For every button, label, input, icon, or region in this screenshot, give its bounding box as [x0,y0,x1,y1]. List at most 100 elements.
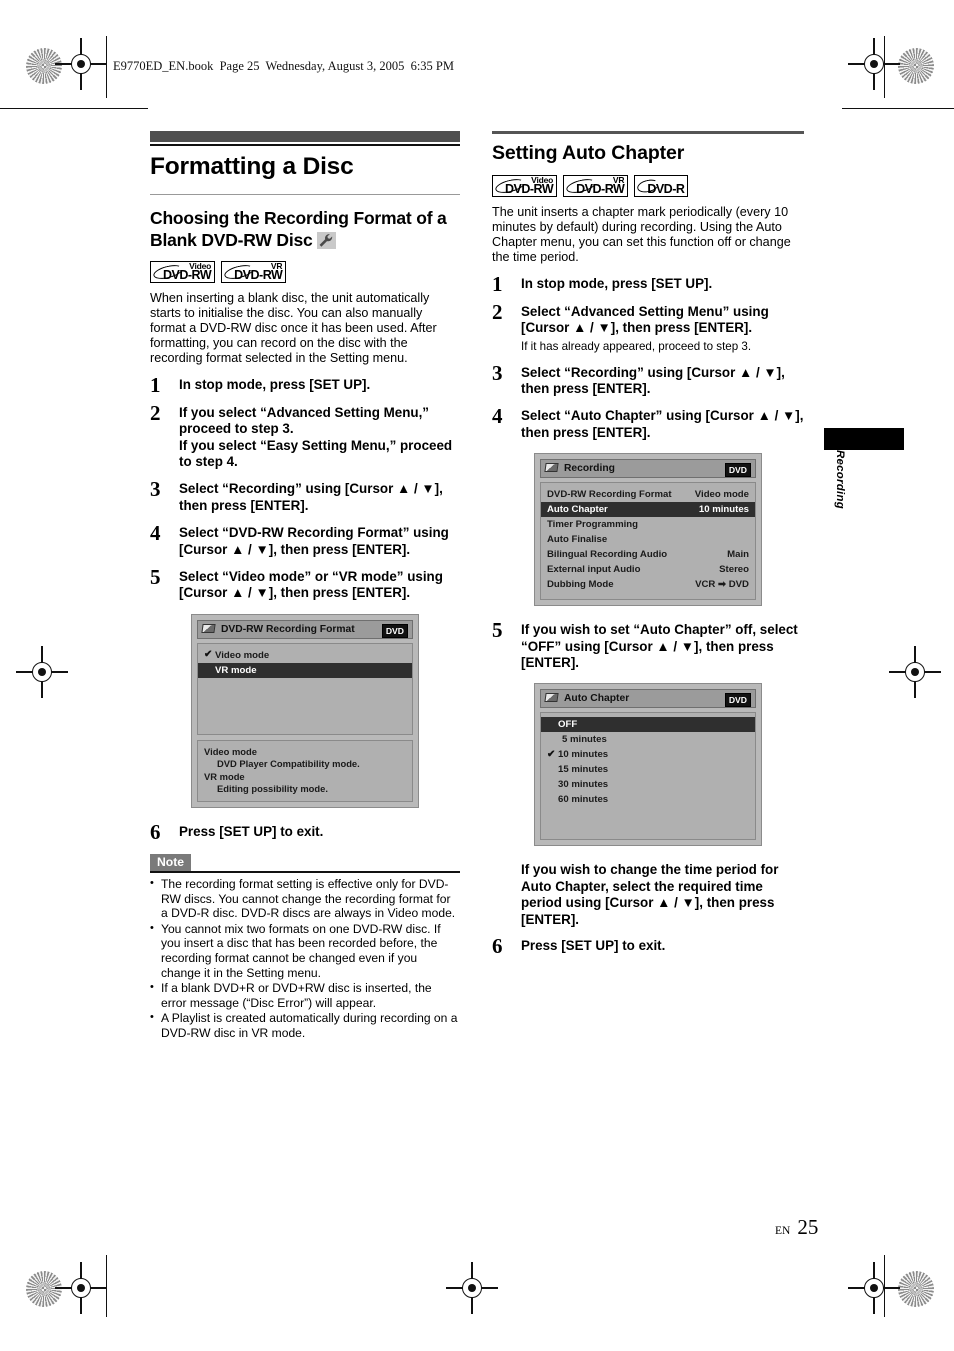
osd-dvdrw-recording-format: DVD-RW Recording Format DVD ✔ Video mode… [191,613,419,809]
osd-option-label: DVD-RW Recording Format [547,489,672,501]
disc-badges-right: Video DVD-RW VR DVD-RW DVD-R [492,175,804,197]
right-column: Setting Auto Chapter Video DVD-RW VR DVD… [492,131,804,958]
osd-option-label: 10 minutes [558,749,609,761]
osd-option-row[interactable]: Auto Finalise [541,532,755,547]
osd-option-label: 5 minutes [562,734,607,746]
step-number: 4 [150,521,161,546]
registration-mark-bottom-left [55,1262,107,1314]
step-number: 2 [150,400,161,425]
osd-title-text: DVD-RW Recording Format [221,623,355,635]
step-number: 1 [492,272,503,297]
procedure-steps-left: 1 In stop mode, press [SET UP]. 2 If you… [150,373,460,601]
crop-mark-top-right-vertical [884,36,886,98]
osd-option-label: OFF [558,719,578,731]
wrench-icon [316,231,336,249]
disc-badge: VR DVD-RW [221,260,287,283]
procedure-step5-right: 5 If you wish to set “Auto Chapter” off,… [492,618,804,671]
chapter-title-rule [150,144,460,147]
registration-mark-bottom-right [848,1262,900,1314]
note-item: If a blank DVD+R or DVD+RW disc is inser… [150,980,460,1010]
osd-title-bar: Auto Chapter DVD [540,689,756,709]
osd-option-label: 15 minutes [558,764,609,776]
osd-option-row[interactable]: OFF [541,717,755,733]
disc-badge: Video DVD-RW [150,260,216,283]
disc-badge-type: Video [189,260,212,271]
step-item: 3 Select “Recording” using [Cursor ▲ / ▼… [492,361,804,398]
osd-title-text: Recording [564,463,615,475]
crop-mark-right-horizontal [842,108,954,110]
procedure-step6-left: 6 Press [SET UP] to exit. [150,820,460,844]
osd-option-row[interactable]: ✔ Video mode [198,648,412,663]
step-number: 1 [150,373,161,398]
step-text: In stop mode, press [SET UP]. [521,276,713,292]
step-item: 3 Select “Recording” using [Cursor ▲ / ▼… [150,477,460,514]
osd-option-label: Auto Finalise [547,534,608,546]
step-item: 6 Press [SET UP] to exit. [150,820,460,844]
osd-auto-chapter-menu: Auto Chapter DVD OFF 5 minutes ✔ 10 minu… [534,683,762,847]
osd-option-row[interactable]: Bilingual Recording Audio Main [541,547,755,562]
side-tab-label: Recording [834,450,846,510]
step-text: If you wish to set “Auto Chapter” off, s… [521,622,798,671]
step-item: 6 Press [SET UP] to exit. [492,934,804,958]
step-number: 4 [492,404,503,429]
registration-mark-mid-right [889,646,941,698]
footer-language: EN [775,1225,791,1237]
osd-option-list: ✔ Video mode VR mode [197,642,413,735]
disc-badge-type: VR [270,260,283,271]
section-divider [150,194,460,196]
step-text: Select “Video mode” or “VR mode” using [… [179,569,443,601]
section-top-rule [492,131,804,134]
halftone-dot-top-left [26,48,62,84]
step-number: 2 [492,299,503,324]
osd-option-row[interactable]: 15 minutes [541,762,755,777]
osd-option-list: DVD-RW Recording Format Video mode Auto … [540,482,756,601]
notes-list: The recording format setting is effectiv… [150,876,460,1041]
osd-option-row[interactable]: Auto Chapter 10 minutes [541,502,755,518]
osd-recording-menu: Recording DVD DVD-RW Recording Format Vi… [534,453,762,607]
osd-option-row[interactable]: External input Audio Stereo [541,562,755,577]
step-item: 2 If you select “Advanced Setting Menu,”… [150,401,460,471]
disc-type-tag: DVD [724,693,751,708]
step-item: 2 Select “Advanced Setting Menu” using [… [492,300,804,354]
osd-desc-line: DVD Player Compatibility mode. [217,758,360,770]
side-tab-marker [824,428,904,450]
osd-option-value: Stereo [719,564,749,576]
osd-title-bar: DVD-RW Recording Format DVD [197,619,413,639]
procedure-steps-right: 1 In stop mode, press [SET UP]. 2 Select… [492,272,804,441]
osd-option-row[interactable]: Dubbing Mode VCR ➡ DVD [541,577,755,592]
disc-badges-left: Video DVD-RW VR DVD-RW [150,260,460,283]
osd-title-bar: Recording DVD [540,459,756,479]
osd-description-panel: Video mode DVD Player Compatibility mode… [197,739,413,803]
osd-option-label: Video mode [215,649,270,661]
closing-instruction: If you wish to change the time period fo… [521,862,779,927]
step-number: 6 [492,934,503,959]
step-text: Press [SET UP] to exit. [179,824,324,840]
subsection-title: Choosing the Recording Format of a Blank… [150,208,460,251]
osd-option-row[interactable]: Timer Programming [541,517,755,532]
step-text: In stop mode, press [SET UP]. [179,377,371,393]
footer-page-number: 25 [797,1215,819,1239]
osd-option-value: VCR ➡ DVD [695,579,749,591]
osd-option-row[interactable]: 60 minutes [541,792,755,807]
crop-mark-top-vertical [106,36,108,98]
note-item: A Playlist is created automatically duri… [150,1010,460,1040]
step-text: Select “Recording” using [Cursor ▲ / ▼],… [179,481,443,513]
osd-option-label: 30 minutes [558,779,609,791]
disc-badge: VR DVD-RW [563,175,629,197]
osd-option-row[interactable]: ✔ 10 minutes [541,747,755,762]
halftone-dot-bottom-left [26,1271,62,1307]
osd-option-row[interactable]: 30 minutes [541,777,755,792]
halftone-dot-bottom-right [898,1271,934,1307]
osd-option-row[interactable]: DVD-RW Recording Format Video mode [541,487,755,502]
osd-option-label: VR mode [215,664,257,676]
step-text: Select “DVD-RW Recording Format” using [… [179,525,449,557]
osd-option-row[interactable]: 5 minutes [541,732,755,747]
osd-option-row[interactable]: VR mode [198,662,412,678]
step-item: 1 In stop mode, press [SET UP]. [150,373,460,397]
osd-desc-line: Video mode [204,745,257,757]
step-text: If you select “Advanced Setting Menu,” p… [179,404,453,469]
step-number: 5 [492,618,503,643]
page-footer: EN 25 [775,1215,818,1240]
step-substep-text: If it has already appeared, proceed to s… [521,339,752,353]
osd-option-label: Bilingual Recording Audio [547,549,668,561]
